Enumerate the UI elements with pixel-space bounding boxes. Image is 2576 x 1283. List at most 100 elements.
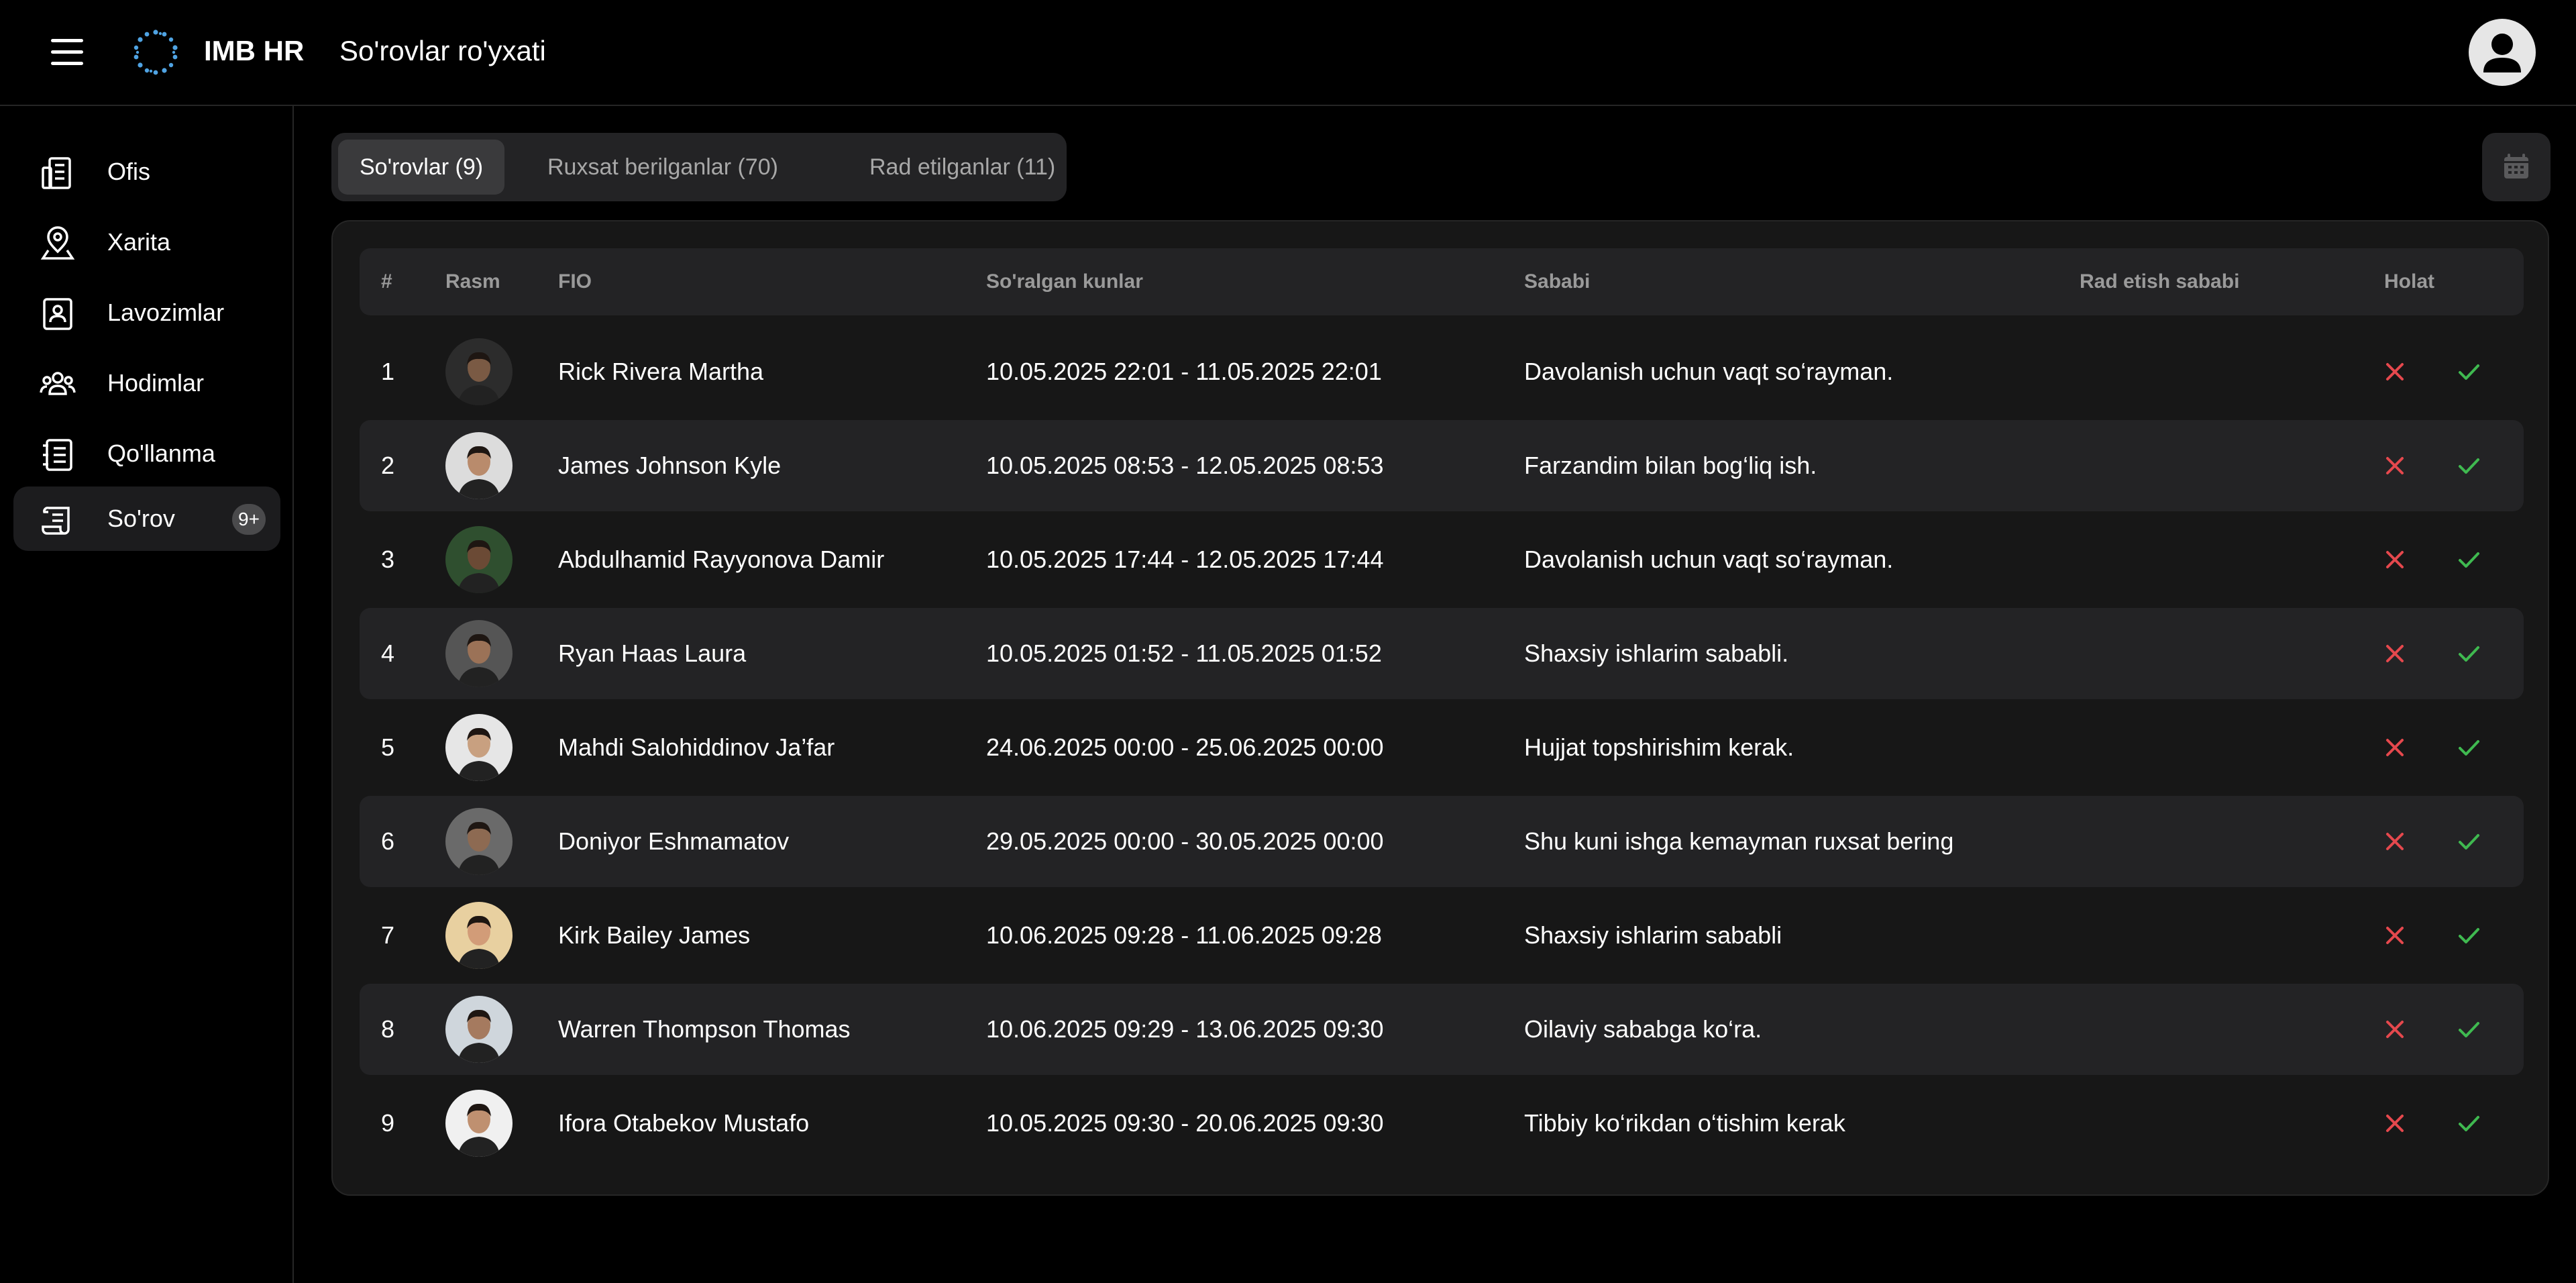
request-reason: Shu kuni ishga kemayman ruxsat bering <box>1524 827 1954 855</box>
people-icon <box>40 372 76 395</box>
sidebar-item-label: So'rov <box>107 505 175 532</box>
page-title: So'rovlar ro'yxati <box>339 35 546 66</box>
row-number: 7 <box>381 921 395 949</box>
approve-icon[interactable] <box>2449 727 2489 768</box>
requested-dates: 10.05.2025 08:53 - 12.05.2025 08:53 <box>986 452 1384 479</box>
table-row: 7 Kirk Bailey James 10.06.2025 09:28 - 11.… <box>360 890 2524 981</box>
table-row: 1 Rick Rivera Martha 10.05.2025 22:01 - 11… <box>360 326 2524 417</box>
requests-table-panel: # Rasm FIO So'ralgan kunlar Sababi Rad e… <box>331 220 2549 1196</box>
approve-icon[interactable] <box>2449 540 2489 580</box>
reject-icon[interactable] <box>2375 821 2415 862</box>
reject-icon[interactable] <box>2375 915 2415 956</box>
employee-name: Ryan Haas Laura <box>558 639 747 667</box>
table-row: 2 James Johnson Kyle 10.05.2025 08:53 - 12… <box>360 420 2524 511</box>
employee-name: Doniyor Eshmamatov <box>558 827 790 855</box>
column-header-photo: Rasm <box>445 270 500 293</box>
id-badge-icon <box>43 298 72 330</box>
employee-name: Rick Rivera Martha <box>558 358 764 385</box>
requested-dates: 10.05.2025 01:52 - 11.05.2025 01:52 <box>986 639 1382 667</box>
requested-dates: 10.06.2025 09:29 - 13.06.2025 09:30 <box>986 1015 1384 1043</box>
sidebar-item-label: Ofis <box>107 158 151 185</box>
approve-icon[interactable] <box>2449 1103 2489 1143</box>
request-reason: Davolanish uchun vaqt so‘rayman. <box>1524 358 1894 385</box>
reject-icon[interactable] <box>2375 727 2415 768</box>
reject-icon[interactable] <box>2375 1009 2415 1049</box>
calendar-button[interactable] <box>2482 133 2551 201</box>
office-building-icon <box>42 157 71 189</box>
requested-dates: 10.05.2025 17:44 - 12.05.2025 17:44 <box>986 546 1384 573</box>
sidebar-item-xarita[interactable]: Xarita <box>13 210 280 274</box>
request-reason: Oilaviy sababga ko‘ra. <box>1524 1015 1762 1043</box>
column-header-reason: Sababi <box>1524 270 1591 293</box>
employee-name: Ifora Otabekov Mustafo <box>558 1109 810 1137</box>
column-header-name: FIO <box>558 270 592 293</box>
request-reason: Shaxsiy ishlarim sababli <box>1524 921 1782 949</box>
user-avatar-button[interactable] <box>2469 19 2536 86</box>
row-number: 2 <box>381 452 395 479</box>
top-bar: IMB HR So'rovlar ro'yxati <box>0 0 2576 106</box>
employee-name: Abdulhamid Rayyonova Damir <box>558 546 885 573</box>
row-number: 1 <box>381 358 395 385</box>
reject-icon[interactable] <box>2375 540 2415 580</box>
requested-dates: 29.05.2025 00:00 - 30.05.2025 00:00 <box>986 827 1384 855</box>
brand-name: IMB HR <box>204 35 305 66</box>
employee-photo <box>445 902 513 969</box>
reject-icon[interactable] <box>2375 446 2415 486</box>
approve-icon[interactable] <box>2449 352 2489 392</box>
approve-icon[interactable] <box>2449 821 2489 862</box>
approve-icon[interactable] <box>2449 633 2489 674</box>
reject-icon[interactable] <box>2375 352 2415 392</box>
sidebar-item-sorov[interactable]: So'rov 9+ <box>13 486 280 551</box>
employee-photo <box>445 526 513 593</box>
reject-icon[interactable] <box>2375 1103 2415 1143</box>
menu-icon[interactable] <box>51 39 83 66</box>
map-pin-icon <box>40 226 75 260</box>
table-row: 5 Mahdi Salohiddinov Ja’far 24.06.2025 00:… <box>360 702 2524 793</box>
row-number: 6 <box>381 827 395 855</box>
requested-dates: 10.06.2025 09:28 - 11.06.2025 09:28 <box>986 921 1382 949</box>
employee-photo <box>445 996 513 1063</box>
request-reason: Davolanish uchun vaqt so‘rayman. <box>1524 546 1894 573</box>
column-header-reject-reason: Rad etish sababi <box>2080 270 2240 293</box>
tab-sorovlar[interactable]: So'rovlar (9) <box>338 140 505 195</box>
scroll-icon <box>42 507 70 535</box>
sidebar-item-label: Lavozimlar <box>107 299 225 326</box>
row-number: 4 <box>381 639 395 667</box>
approve-icon[interactable] <box>2449 915 2489 956</box>
sidebar-item-label: Hodimlar <box>107 369 205 397</box>
sidebar-item-lavozimlar[interactable]: Lavozimlar <box>13 280 280 345</box>
column-header-status: Holat <box>2384 270 2434 293</box>
employee-name: Mahdi Salohiddinov Ja’far <box>558 733 835 761</box>
employee-name: Kirk Bailey James <box>558 921 751 949</box>
employee-photo <box>445 432 513 499</box>
requested-dates: 24.06.2025 00:00 - 25.06.2025 00:00 <box>986 733 1384 761</box>
approve-icon[interactable] <box>2449 446 2489 486</box>
request-tabs: So'rovlar (9) Ruxsat berilganlar (70) Ra… <box>331 133 1067 201</box>
sidebar-item-ofis[interactable]: Ofis <box>13 140 280 204</box>
column-header-number: # <box>381 270 392 293</box>
request-reason: Shaxsiy ishlarim sababli. <box>1524 639 1789 667</box>
tab-ruxsat-berilganlar[interactable]: Ruxsat berilganlar (70) <box>526 140 800 195</box>
column-header-dates: So'ralgan kunlar <box>986 270 1143 293</box>
table-row: 3 Abdulhamid Rayyonova Damir 10.05.2025 17… <box>360 514 2524 605</box>
tab-rad-etilganlar[interactable]: Rad etilganlar (11) <box>848 140 1077 195</box>
table-row: 9 Ifora Otabekov Mustafo 10.05.2025 09:30 … <box>360 1078 2524 1169</box>
sidebar-item-qollanma[interactable]: Qo'llanma <box>13 421 280 486</box>
user-icon <box>2483 34 2521 72</box>
row-number: 8 <box>381 1015 395 1043</box>
employee-photo <box>445 1090 513 1157</box>
request-reason: Farzandim bilan bog‘liq ish. <box>1524 452 1817 479</box>
employee-photo <box>445 808 513 875</box>
table-row: 6 Doniyor Eshmamatov 29.05.2025 00:00 - 30… <box>360 796 2524 887</box>
requested-dates: 10.05.2025 09:30 - 20.06.2025 09:30 <box>986 1109 1384 1137</box>
row-number: 5 <box>381 733 395 761</box>
notebook-icon <box>43 439 72 471</box>
request-reason: Tibbiy ko‘rikdan o‘tishim kerak <box>1524 1109 1845 1137</box>
employee-photo <box>445 620 513 687</box>
employee-name: James Johnson Kyle <box>558 452 782 479</box>
approve-icon[interactable] <box>2449 1009 2489 1049</box>
sidebar-item-hodimlar[interactable]: Hodimlar <box>13 351 280 415</box>
employee-name: Warren Thompson Thomas <box>558 1015 851 1043</box>
reject-icon[interactable] <box>2375 633 2415 674</box>
sidebar-item-label: Xarita <box>107 228 171 256</box>
